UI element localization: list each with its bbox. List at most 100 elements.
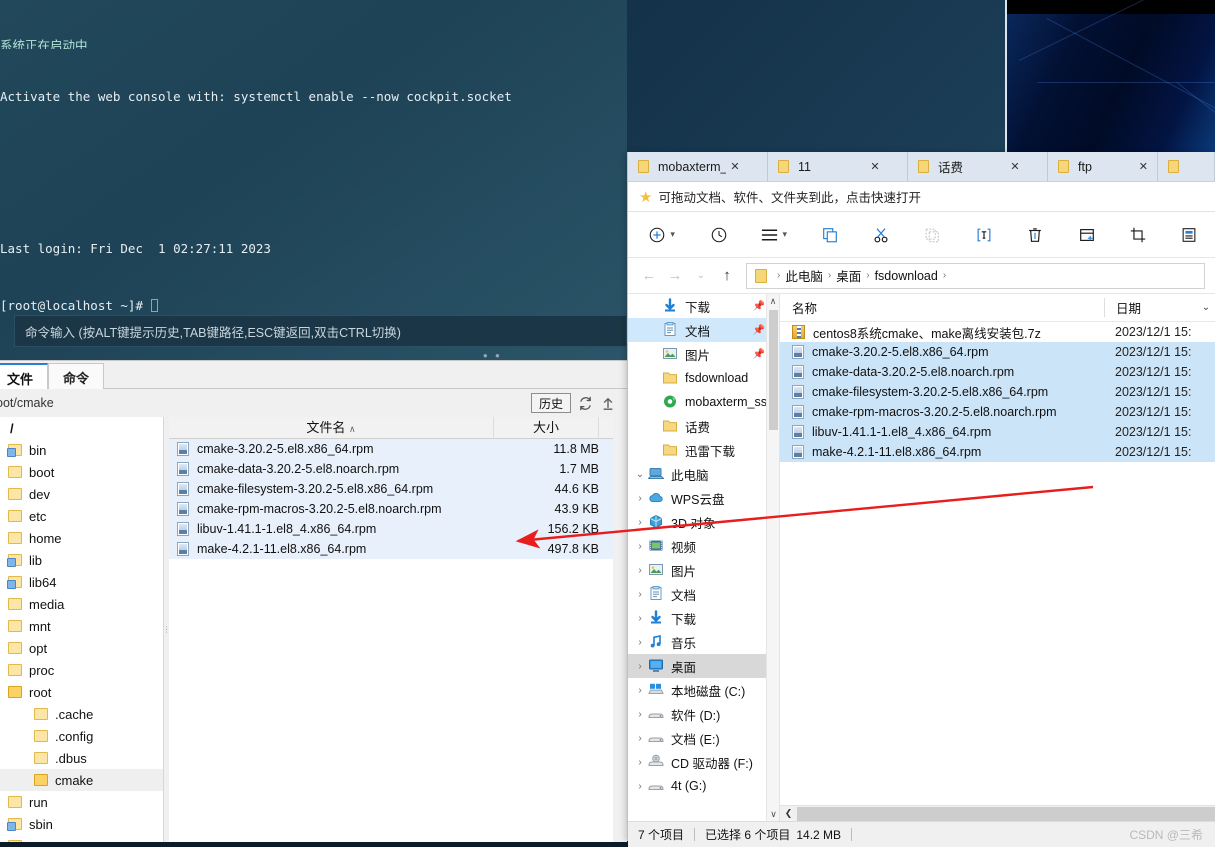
column-header-date[interactable]: 日期 [1104, 298, 1197, 317]
view-list-icon[interactable]: ▾ [743, 218, 804, 252]
scroll-down-icon[interactable]: ∨ [767, 807, 779, 821]
sftp-file-row[interactable]: cmake-filesystem-3.20.2-5.el8.x86_64.rpm… [169, 479, 613, 499]
close-icon[interactable]: ✕ [1136, 160, 1151, 173]
sftp-column-size[interactable]: 大小 [494, 417, 599, 438]
nav-pane-scrollbar[interactable]: ∧ ∨ [766, 294, 779, 821]
breadcrumb-item-1[interactable]: 桌面 [836, 266, 861, 285]
sftp-column-name[interactable]: 文件名 ∧ [169, 417, 494, 438]
cut-icon[interactable] [855, 218, 906, 252]
sftp-tree-item[interactable]: boot [0, 461, 163, 483]
explorer-tab[interactable]: mobaxterm_s✕ [628, 152, 768, 181]
chevron-right-icon[interactable]: › [632, 709, 648, 720]
sftp-tree-item[interactable]: proc [0, 659, 163, 681]
chevron-right-icon[interactable]: › [632, 541, 648, 552]
sftp-tree-item[interactable]: .dbus [0, 747, 163, 769]
explorer-nav-item[interactable]: › 软件 (D:) [628, 702, 779, 726]
history-icon[interactable] [695, 218, 742, 252]
breadcrumb-item-0[interactable]: 此电脑 [785, 266, 823, 285]
sftp-tree-item[interactable]: cmake [0, 769, 163, 791]
sftp-tab-files[interactable]: 文件 [0, 363, 49, 389]
refresh-icon[interactable] [577, 394, 594, 412]
chevron-down-icon[interactable]: ▾ [670, 229, 675, 240]
sftp-directory-tree[interactable]: / bin boot dev etc home lib lib64 media mnt opt pro… [0, 417, 164, 842]
explorer-nav-item[interactable]: › 视频 [628, 534, 779, 558]
chevron-right-icon[interactable]: › [632, 613, 648, 624]
paste-icon[interactable] [907, 218, 958, 252]
chevron-down-icon[interactable]: ⌄ [632, 469, 648, 480]
upload-icon[interactable] [599, 394, 616, 412]
scroll-thumb[interactable] [769, 310, 778, 430]
explorer-nav-item[interactable]: › 文档 [628, 582, 779, 606]
column-header-name[interactable]: 名称 [780, 298, 1104, 317]
explorer-tab[interactable]: 11 ✕ [768, 152, 908, 181]
chevron-right-icon[interactable]: › [632, 589, 648, 600]
address-bar[interactable]: › 此电脑 › 桌面 › fsdownload › [746, 262, 1205, 289]
properties-icon[interactable] [1164, 218, 1215, 252]
explorer-file-list[interactable]: 名称 日期 ⌄ centos8系统cmake、make离线安装包.7z 2023/… [780, 294, 1215, 821]
explorer-nav-item[interactable]: 文档 📌 [628, 318, 779, 342]
explorer-nav-item[interactable]: fsdownload [628, 366, 779, 390]
copy-icon[interactable] [804, 218, 855, 252]
pin-icon[interactable]: 📌 [753, 301, 765, 312]
sftp-tree-item[interactable]: mnt [0, 615, 163, 637]
forward-icon[interactable]: → [662, 267, 688, 284]
explorer-nav-item[interactable]: 下载 📌 [628, 294, 779, 318]
sftp-tree-item[interactable]: lib64 [0, 571, 163, 593]
sftp-tree-item[interactable]: opt [0, 637, 163, 659]
sftp-file-row[interactable]: cmake-data-3.20.2-5.el8.noarch.rpm 1.7 MB [169, 459, 613, 479]
explorer-file-row[interactable]: make-4.2.1-11.el8.x86_64.rpm 2023/12/1 15… [780, 442, 1215, 462]
explorer-nav-item[interactable]: › 音乐 [628, 630, 779, 654]
sftp-tree-item[interactable]: .cache [0, 703, 163, 725]
explorer-nav-item[interactable]: › 本地磁盘 (C:) [628, 678, 779, 702]
recent-locations-icon[interactable]: ⌄ [688, 270, 714, 281]
panel-resize-grip[interactable]: • • • [483, 349, 507, 360]
chevron-right-icon[interactable]: › [632, 517, 648, 528]
close-icon[interactable]: ✕ [866, 160, 884, 173]
command-input-bar[interactable]: 命令输入 (按ALT键提示历史,TAB键路径,ESC键返回,双击CTRL切换) [14, 315, 627, 347]
explorer-nav-item[interactable]: › 4t (G:) [628, 774, 779, 798]
explorer-nav-item[interactable]: mobaxterm_ssl [628, 390, 779, 414]
explorer-nav-item[interactable]: › WPS云盘 [628, 486, 779, 510]
pin-icon[interactable]: 📌 [753, 325, 765, 336]
sftp-file-row[interactable]: libuv-1.41.1-1.el8_4.x86_64.rpm 156.2 KB [169, 519, 613, 539]
explorer-nav-item[interactable]: › 3D 对象 [628, 510, 779, 534]
chevron-right-icon[interactable]: › [632, 565, 648, 576]
explorer-nav-item[interactable]: 迅雷下载 [628, 438, 779, 462]
sftp-tree-item[interactable]: root [0, 681, 163, 703]
explorer-navigation-pane[interactable]: 下载 📌 文档 📌 图片 📌 fsdownload mobaxterm_ssl 话费 迅雷下载 ⌄ 此… [628, 294, 780, 821]
new-item-icon[interactable]: ▾ [628, 218, 695, 252]
close-icon[interactable]: ✕ [1006, 160, 1024, 173]
chevron-right-icon[interactable]: › [632, 637, 648, 648]
explorer-nav-item[interactable]: › 下载 [628, 606, 779, 630]
chevron-right-icon[interactable]: › [632, 781, 648, 792]
explorer-nav-item[interactable]: › 桌面 [628, 654, 779, 678]
sftp-tree-item[interactable]: sbin [0, 813, 163, 835]
explorer-nav-item[interactable]: ⌄ 此电脑 [628, 462, 779, 486]
sftp-tree-item[interactable]: media [0, 593, 163, 615]
explorer-tab-partial[interactable] [1158, 152, 1215, 181]
hscroll-thumb[interactable] [797, 806, 1215, 821]
breadcrumb-item-2[interactable]: fsdownload [875, 269, 938, 283]
chevron-right-icon[interactable]: › [632, 757, 648, 768]
explorer-drop-hint-bar[interactable]: ★ 可拖动文档、软件、文件夹到此，点击快速打开 [628, 182, 1215, 212]
explorer-file-row[interactable]: libuv-1.41.1-1.el8_4.x86_64.rpm 2023/12/1… [780, 422, 1215, 442]
back-icon[interactable]: ← [636, 267, 662, 284]
up-icon[interactable]: ↑ [714, 267, 740, 284]
sftp-vertical-scrollbar[interactable] [613, 417, 627, 842]
explorer-file-row[interactable]: cmake-3.20.2-5.el8.x86_64.rpm 2023/12/1 1… [780, 342, 1215, 362]
sftp-tree-item[interactable]: run [0, 791, 163, 813]
explorer-tab[interactable]: 话费 ✕ [908, 152, 1048, 181]
crop-icon[interactable] [1112, 218, 1163, 252]
rename-icon[interactable] [958, 218, 1009, 252]
chevron-right-icon[interactable]: › [632, 685, 648, 696]
explorer-tab[interactable]: ftp ✕ [1048, 152, 1158, 181]
explorer-nav-item[interactable]: › 文档 (E:) [628, 726, 779, 750]
chevron-right-icon[interactable]: › [632, 493, 648, 504]
sftp-tree-item[interactable]: etc [0, 505, 163, 527]
explorer-file-row[interactable]: cmake-rpm-macros-3.20.2-5.el8.noarch.rpm… [780, 402, 1215, 422]
sftp-file-row[interactable]: cmake-3.20.2-5.el8.x86_64.rpm 11.8 MB [169, 439, 613, 459]
chevron-right-icon[interactable]: › [632, 661, 648, 672]
sftp-tree-item[interactable]: dev [0, 483, 163, 505]
explorer-nav-item[interactable]: › 图片 [628, 558, 779, 582]
scroll-left-icon[interactable]: ❮ [780, 808, 797, 819]
